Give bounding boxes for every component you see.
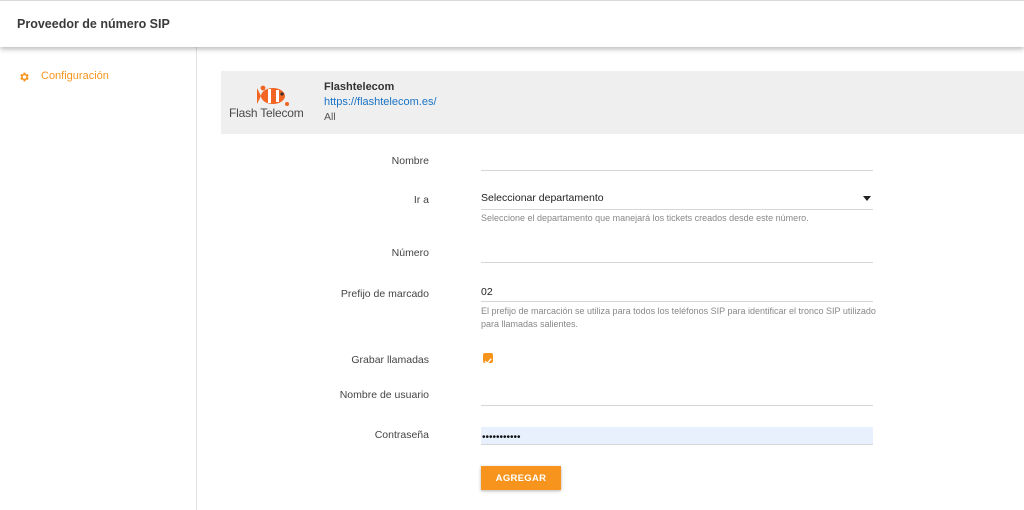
password-label: Contraseña <box>374 429 429 441</box>
dial-prefix-label: Prefijo de marcado <box>340 288 429 300</box>
dial-prefix-field-wrap <box>481 286 873 302</box>
page-title: Proveedor de número SIP <box>17 17 170 31</box>
provider-url-link[interactable]: https://flashtelecom.es/ <box>324 96 437 108</box>
provider-name: Flashtelecom <box>324 81 395 93</box>
username-input[interactable] <box>481 386 873 398</box>
top-bar: Proveedor de número SIP <box>0 0 1024 47</box>
record-calls-label: Grabar llamadas <box>351 354 429 366</box>
department-select-value: Seleccionar departamento <box>481 192 604 204</box>
provider-logo: Flash Telecom <box>229 84 315 124</box>
number-field-wrap <box>481 244 873 263</box>
sidebar-item-configuracion[interactable]: Configuración <box>18 70 109 82</box>
name-field-wrap <box>481 152 873 171</box>
name-input[interactable] <box>481 152 873 164</box>
record-calls-checkbox[interactable] <box>483 353 493 365</box>
number-label: Número <box>391 247 429 259</box>
chevron-down-icon <box>863 196 871 201</box>
provider-card: Flash Telecom Flashtelecom https://flash… <box>221 71 1024 134</box>
sidebar: Configuración <box>0 47 197 510</box>
sidebar-item-label: Configuración <box>41 70 109 82</box>
checkmark-icon <box>484 358 492 365</box>
department-select[interactable]: Seleccionar departamento <box>481 192 873 210</box>
logo-text: Flash Telecom <box>229 106 304 120</box>
dial-prefix-input[interactable] <box>481 286 873 298</box>
provider-scope: All <box>324 111 336 123</box>
password-field-wrap <box>481 427 874 446</box>
password-input[interactable] <box>481 429 874 446</box>
gear-icon <box>18 70 30 82</box>
username-label: Nombre de usuario <box>339 389 429 401</box>
username-field-wrap <box>481 386 873 406</box>
goto-label: Ir a <box>413 194 429 206</box>
number-input[interactable] <box>481 244 873 256</box>
dial-prefix-help: El prefijo de marcación se utiliza para … <box>481 306 876 329</box>
name-label: Nombre <box>391 155 429 167</box>
goto-help: Seleccione el departamento que manejará … <box>481 213 809 223</box>
add-button[interactable]: AGREGAR <box>481 466 561 490</box>
